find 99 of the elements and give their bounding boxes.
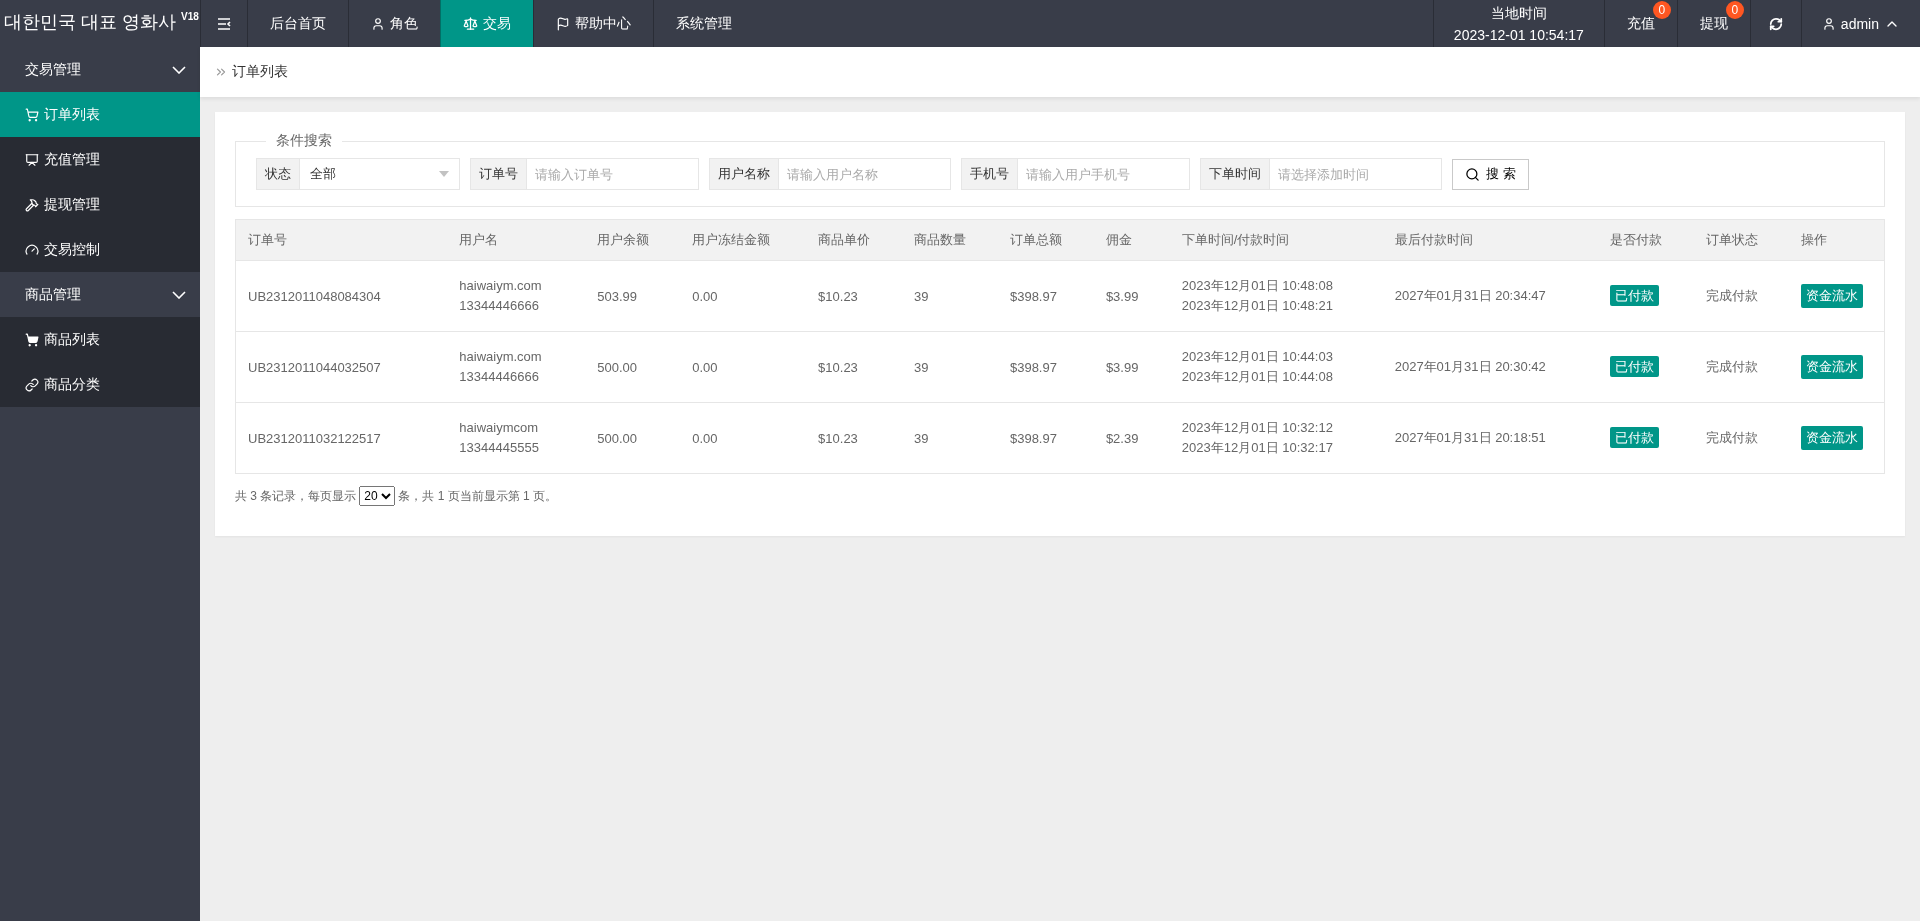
column-header: 用户名 [447,219,586,261]
paid-tag: 已付款 [1609,427,1659,448]
brand-title: 대한민국 대표 영화사 [4,11,176,34]
table-cell: $3.99 [1093,260,1170,332]
column-header: 用户余额 [585,219,681,261]
cart-icon [25,332,39,347]
column-header: 订单号 [235,219,448,261]
table-cell: $10.23 [806,331,902,403]
table-cell: 2027年01月31日 20:34:47 [1382,260,1598,332]
table-cell: $398.97 [997,331,1094,403]
table-cell: haiwaiymcom 13344445555 [447,402,586,474]
table-cell: UB2312011048084304 [235,260,448,332]
table-cell: 2027年01月31日 20:18:51 [1382,402,1598,474]
pagination-text: 条，共 1 页当前显示第 1 页。 [398,487,558,505]
version-label: V18 [181,11,199,22]
cart-icon [25,107,39,122]
status-select[interactable]: 全部 [300,158,460,190]
hammer-icon [25,197,39,212]
column-header: 商品单价 [806,219,902,261]
table-cell: 完成付款 [1693,331,1790,403]
group-label: 交易管理 [25,60,81,79]
table-cell: $10.23 [806,260,902,332]
link-icon [25,377,39,392]
flag-icon [556,16,570,31]
paid-tag: 已付款 [1609,285,1659,306]
input-field[interactable]: 请输入订单号 [527,158,699,190]
input-field[interactable]: 请输入用户手机号 [1018,158,1190,190]
count-badge: 0 [1652,1,1671,19]
table-cell: 2023年12月01日 10:44:03 2023年12月01日 10:44:08 [1169,331,1383,403]
table-cell: 完成付款 [1693,402,1790,474]
caret-icon [439,171,449,177]
search-button[interactable]: 搜 索 [1452,158,1529,190]
board-icon [25,152,39,167]
table-cell: $10.23 [806,402,902,474]
search-legend: 条件搜索 [266,132,342,150]
table-cell: 完成付款 [1693,260,1790,332]
field-label: 订单号 [470,158,527,190]
table-cell: $2.39 [1093,402,1170,474]
sidebar-item[interactable]: 商品分类 [0,362,200,407]
field-label: 下单时间 [1200,158,1270,190]
nav-tab[interactable]: 交易 [440,0,533,47]
column-header: 用户冻结金额 [680,219,807,261]
page-size-select[interactable]: 20 [359,486,396,506]
column-header: 佣金 [1093,219,1170,261]
user-icon [1821,16,1836,31]
field-label: 状态 [256,158,300,190]
clock-label: 当地时间 [1490,4,1547,23]
table-cell: 500.00 [585,402,681,474]
sidebar-item[interactable]: 提现管理 [0,182,200,227]
sidebar-item[interactable]: 充值管理 [0,137,200,182]
table-cell: $398.97 [997,260,1094,332]
table-cell: 39 [902,260,998,332]
paid-tag: 已付款 [1609,356,1659,377]
input-field[interactable]: 请输入用户名称 [779,158,951,190]
sidebar-item[interactable]: 交易控制 [0,227,200,272]
table-cell: 0.00 [680,402,807,474]
table-cell: 0.00 [680,331,807,403]
table-cell: haiwaiym.com 13344446666 [447,331,586,403]
column-header: 最后付款时间 [1382,219,1598,261]
table-cell: 0.00 [680,260,807,332]
table-cell: UB2312011044032507 [235,331,448,403]
sidebar-group[interactable]: 商品管理 [0,272,200,317]
table-cell: 2027年01月31日 20:30:42 [1382,331,1598,403]
table-cell: 2023年12月01日 10:48:08 2023年12月01日 10:48:21 [1169,260,1383,332]
pagination-text: 共 3 条记录，每页显示 [235,487,357,505]
scale-icon [463,16,478,31]
field-label: 手机号 [961,158,1018,190]
breadcrumb: 订单列表 [232,63,288,81]
search-icon [1465,166,1480,182]
column-header: 订单状态 [1693,219,1790,261]
table-cell: 39 [902,331,998,403]
fund-flow-button[interactable]: 资金流水 [1801,284,1864,308]
user-icon [371,16,385,31]
column-header: 是否付款 [1597,219,1694,261]
menu-icon [217,17,231,30]
gauge-icon [25,242,39,257]
input-field[interactable]: 请选择添加时间 [1270,158,1442,190]
column-header: 商品数量 [902,219,998,261]
sidebar-group[interactable]: 交易管理 [0,47,200,92]
chevrons-icon [214,65,228,79]
column-header: 订单总额 [997,219,1094,261]
column-header: 操作 [1789,219,1885,261]
table-cell: 39 [902,402,998,474]
column-header: 下单时间/付款时间 [1169,219,1383,261]
fund-flow-button[interactable]: 资金流水 [1801,426,1864,450]
table-cell: UB2312011032122517 [235,402,448,474]
fund-flow-button[interactable]: 资金流水 [1801,355,1864,379]
field-label: 用户名称 [709,158,779,190]
table-cell: 500.00 [585,331,681,403]
group-label: 商品管理 [25,285,81,304]
clock-value: 2023-12-01 10:54:17 [1453,26,1584,43]
table-cell: 2023年12月01日 10:32:12 2023年12月01日 10:32:17 [1169,402,1383,474]
sidebar-item[interactable]: 订单列表 [0,92,200,137]
table-cell: $3.99 [1093,331,1170,403]
table-cell: $398.97 [997,402,1094,474]
sidebar-item[interactable]: 商品列表 [0,317,200,362]
table-cell: 503.99 [585,260,681,332]
table-cell: haiwaiym.com 13344446666 [447,260,586,332]
refresh-icon [1768,16,1783,31]
